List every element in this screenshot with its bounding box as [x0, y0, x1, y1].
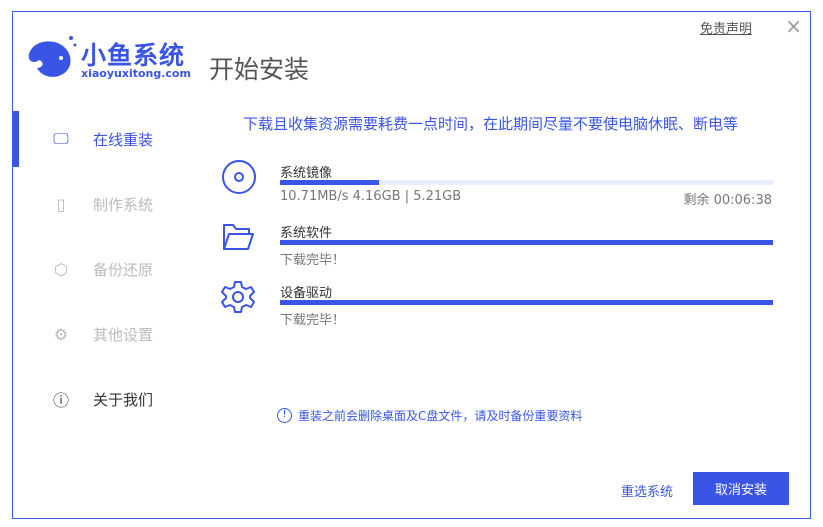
sidebar-item-label: 制作系统: [93, 195, 154, 214]
sidebar-item-make-system[interactable]: ▯ 制作系统: [13, 176, 193, 232]
download-label: 系统镜像: [280, 166, 333, 181]
usb-icon: ▯: [56, 194, 66, 214]
progress-bar: [280, 240, 773, 245]
info-icon: !: [277, 408, 292, 423]
info-icon: ⓘ: [52, 391, 69, 410]
download-stats: 10.71MB/s 4.16GB | 5.21GB: [280, 189, 462, 204]
close-button[interactable]: ×: [785, 14, 802, 38]
gear-icon: ⚙: [53, 324, 69, 344]
sidebar-item-label: 在线重装: [93, 130, 154, 149]
notice-text: 下载且收集资源需要耗费一点时间，在此期间尽量不要使电脑休眠、断电等: [243, 115, 739, 133]
fish-logo-icon: [28, 36, 77, 77]
disclaimer-link[interactable]: 免责声明: [700, 18, 752, 37]
cancel-install-button[interactable]: 取消安装: [693, 472, 789, 505]
sidebar-item-online-reinstall[interactable]: 🖵 在线重装: [13, 111, 193, 167]
reselect-system-button[interactable]: 重选系统: [621, 481, 673, 500]
warning-text: 重装之前会删除桌面及C盘文件，请及时备份重要资料: [298, 409, 583, 423]
sidebar-item-label: 备份还原: [93, 260, 154, 279]
installer-window: 小鱼系统 xiaoyuxitong.com 开始安装 免责声明 × 🖵 在线重装 …: [12, 11, 811, 519]
download-status: 下载完毕！: [280, 313, 346, 328]
sidebar-item-about[interactable]: ⓘ 关于我们: [13, 371, 193, 427]
remaining-time: 剩余 00:06:38: [683, 193, 772, 208]
folder-icon: [223, 224, 254, 250]
progress-bar: [280, 300, 773, 305]
monitor-icon: 🖵: [53, 129, 69, 148]
progress-bar: [280, 180, 773, 185]
download-status: 下载完毕！: [280, 253, 346, 268]
gear-icon: [221, 281, 255, 313]
sidebar-item-other-settings[interactable]: ⚙ 其他设置: [13, 306, 193, 362]
backup-icon: ⬡: [54, 259, 68, 279]
backup-warning: ! 重装之前会删除桌面及C盘文件，请及时备份重要资料: [277, 407, 582, 424]
sidebar-item-label: 其他设置: [93, 325, 154, 344]
sidebar-item-backup-restore[interactable]: ⬡ 备份还原: [13, 241, 193, 297]
download-label: 设备驱动: [280, 286, 333, 301]
page-title: 开始安装: [209, 55, 310, 84]
logo-domain: xiaoyuxitong.com: [81, 67, 191, 80]
disc-icon: [222, 160, 256, 194]
download-label: 系统软件: [280, 226, 333, 241]
sidebar-item-label: 关于我们: [93, 390, 154, 409]
